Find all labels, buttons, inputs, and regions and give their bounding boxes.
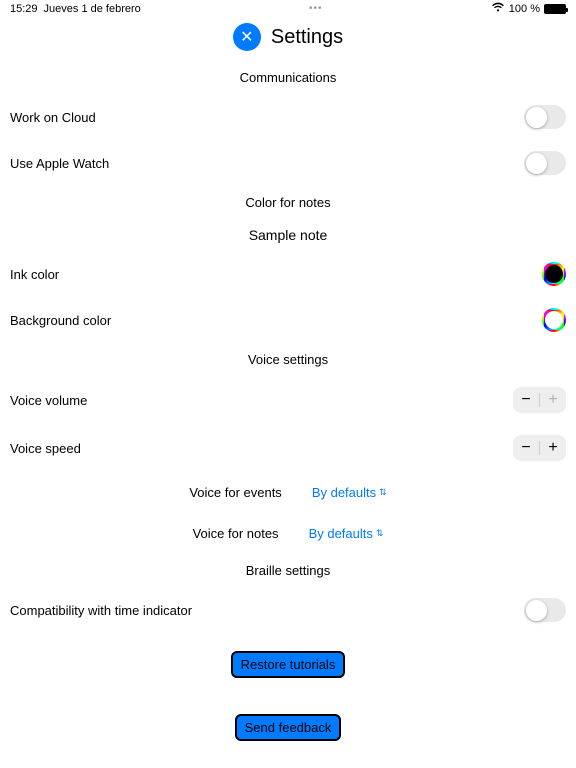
- close-button[interactable]: ✕: [233, 23, 261, 51]
- ink-color-label: Ink color: [10, 267, 59, 282]
- speed-minus-button[interactable]: −: [513, 435, 539, 461]
- apple-watch-toggle[interactable]: [524, 151, 566, 175]
- status-time: 15:29: [10, 3, 38, 15]
- section-color-for-notes: Color for notes: [0, 186, 576, 219]
- close-icon: ✕: [240, 27, 253, 47]
- row-compat-time: Compatibility with time indicator: [0, 587, 576, 633]
- compat-time-toggle[interactable]: [524, 598, 566, 622]
- voice-events-label: Voice for events: [189, 485, 282, 500]
- chevron-updown-icon: ⇅: [376, 528, 384, 539]
- battery-icon: [544, 4, 566, 14]
- section-communications: Communications: [0, 61, 576, 94]
- voice-notes-label: Voice for notes: [193, 526, 279, 541]
- row-work-on-cloud: Work on Cloud: [0, 94, 576, 140]
- work-on-cloud-label: Work on Cloud: [10, 110, 96, 125]
- page-title: Settings: [271, 26, 343, 49]
- volume-plus-button[interactable]: +: [540, 387, 566, 413]
- row-ink-color: Ink color: [0, 251, 576, 297]
- background-color-swatch: [545, 311, 563, 329]
- send-feedback-button[interactable]: Send feedback: [235, 714, 342, 741]
- status-bar: 15:29 Jueves 1 de febrero ••• 100 %: [0, 0, 576, 17]
- ink-color-picker[interactable]: [542, 262, 566, 286]
- background-color-picker[interactable]: [542, 308, 566, 332]
- chevron-updown-icon: ⇅: [379, 487, 387, 498]
- row-voice-volume: Voice volume − +: [0, 376, 576, 424]
- work-on-cloud-toggle[interactable]: [524, 105, 566, 129]
- voice-speed-label: Voice speed: [10, 441, 81, 456]
- speed-plus-button[interactable]: +: [540, 435, 566, 461]
- status-date: Jueves 1 de febrero: [44, 3, 141, 15]
- row-voice-for-notes[interactable]: Voice for notes By defaults ⇅: [0, 513, 576, 554]
- multitask-dots-icon[interactable]: •••: [141, 3, 491, 14]
- volume-minus-button[interactable]: −: [513, 387, 539, 413]
- section-voice-settings: Voice settings: [0, 343, 576, 376]
- row-background-color: Background color: [0, 297, 576, 343]
- voice-volume-label: Voice volume: [10, 393, 87, 408]
- voice-speed-stepper: − +: [513, 435, 566, 461]
- voice-events-value[interactable]: By defaults ⇅: [312, 485, 387, 500]
- voice-events-value-text: By defaults: [312, 485, 376, 500]
- background-color-label: Background color: [10, 313, 111, 328]
- voice-volume-stepper: − +: [513, 387, 566, 413]
- apple-watch-label: Use Apple Watch: [10, 156, 109, 171]
- battery-pct: 100 %: [509, 3, 540, 15]
- ink-color-swatch: [545, 265, 563, 283]
- section-braille-settings: Braille settings: [0, 554, 576, 587]
- settings-header: ✕ Settings: [0, 23, 576, 51]
- row-voice-for-events[interactable]: Voice for events By defaults ⇅: [0, 472, 576, 513]
- wifi-icon: [491, 2, 505, 15]
- compat-time-label: Compatibility with time indicator: [10, 603, 192, 618]
- voice-notes-value-text: By defaults: [309, 526, 373, 541]
- sample-note-label: Sample note: [0, 219, 576, 251]
- row-voice-speed: Voice speed − +: [0, 424, 576, 472]
- voice-notes-value[interactable]: By defaults ⇅: [309, 526, 384, 541]
- row-apple-watch: Use Apple Watch: [0, 140, 576, 186]
- restore-tutorials-button[interactable]: Restore tutorials: [231, 651, 346, 678]
